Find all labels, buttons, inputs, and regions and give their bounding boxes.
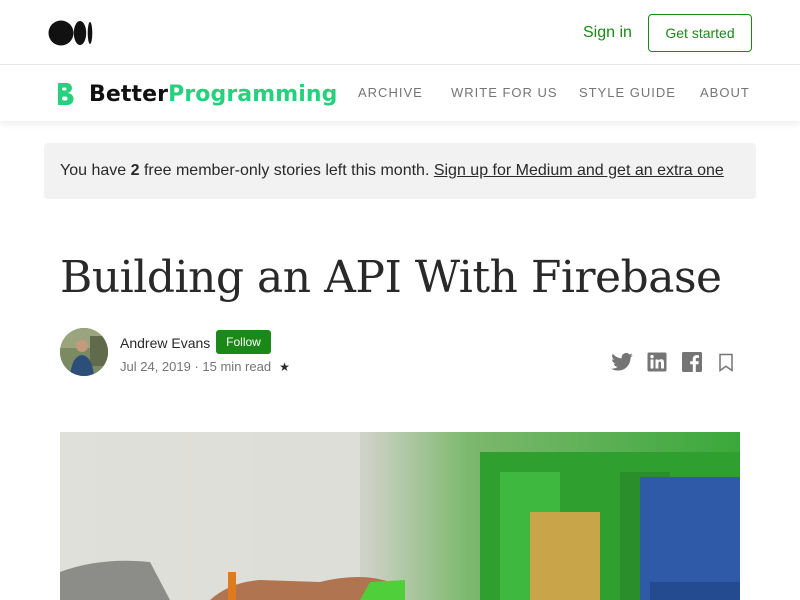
banner-count: 2 — [130, 162, 140, 179]
nav-write-for-us[interactable]: WRITE FOR US — [451, 86, 558, 100]
publication-name-part2: Programming — [168, 81, 338, 107]
author-avatar[interactable] — [60, 328, 108, 376]
publication-name-part1: Better — [89, 81, 169, 107]
banner-prefix: You have — [60, 162, 131, 179]
better-programming-b-icon — [58, 83, 74, 105]
get-started-button[interactable]: Get started — [648, 14, 752, 52]
medium-top-bar: Sign in Get started — [0, 0, 800, 65]
facebook-icon[interactable] — [681, 352, 703, 372]
hero-photo — [60, 432, 740, 600]
read-time: 15 min read — [202, 359, 272, 374]
banner-text: You have 2 free member-only stories left… — [60, 162, 724, 180]
publication-name: BetterProgramming — [89, 82, 338, 107]
banner-suffix: free member-only stories left this month… — [139, 162, 434, 179]
publication-logo[interactable]: BetterProgramming — [58, 80, 338, 108]
article-title: Building an API With Firebase — [60, 252, 722, 303]
signup-link[interactable]: Sign up for Medium and get an extra one — [434, 162, 724, 179]
author-name[interactable]: Andrew Evans — [120, 335, 210, 351]
nav-style-guide[interactable]: STYLE GUIDE — [579, 86, 676, 100]
meta-separator: · — [190, 359, 203, 374]
article-meta: Jul 24, 2019 · 15 min read ★ — [120, 359, 290, 374]
linkedin-icon[interactable] — [646, 352, 668, 372]
member-star-icon: ★ — [279, 360, 290, 374]
avatar-photo — [60, 328, 108, 376]
follow-button[interactable]: Follow — [216, 330, 271, 354]
publish-date: Jul 24, 2019 — [120, 359, 191, 374]
member-stories-banner: You have 2 free member-only stories left… — [44, 143, 756, 199]
hero-image — [60, 432, 740, 600]
twitter-icon[interactable] — [611, 352, 633, 372]
sign-in-link[interactable]: Sign in — [583, 23, 632, 43]
publication-bar: BetterProgramming ARCHIVE WRITE FOR US S… — [0, 66, 800, 121]
medium-logo-icon[interactable] — [48, 20, 94, 46]
nav-archive[interactable]: ARCHIVE — [358, 86, 423, 100]
nav-about[interactable]: ABOUT — [700, 86, 750, 100]
bookmark-icon[interactable] — [715, 352, 737, 372]
